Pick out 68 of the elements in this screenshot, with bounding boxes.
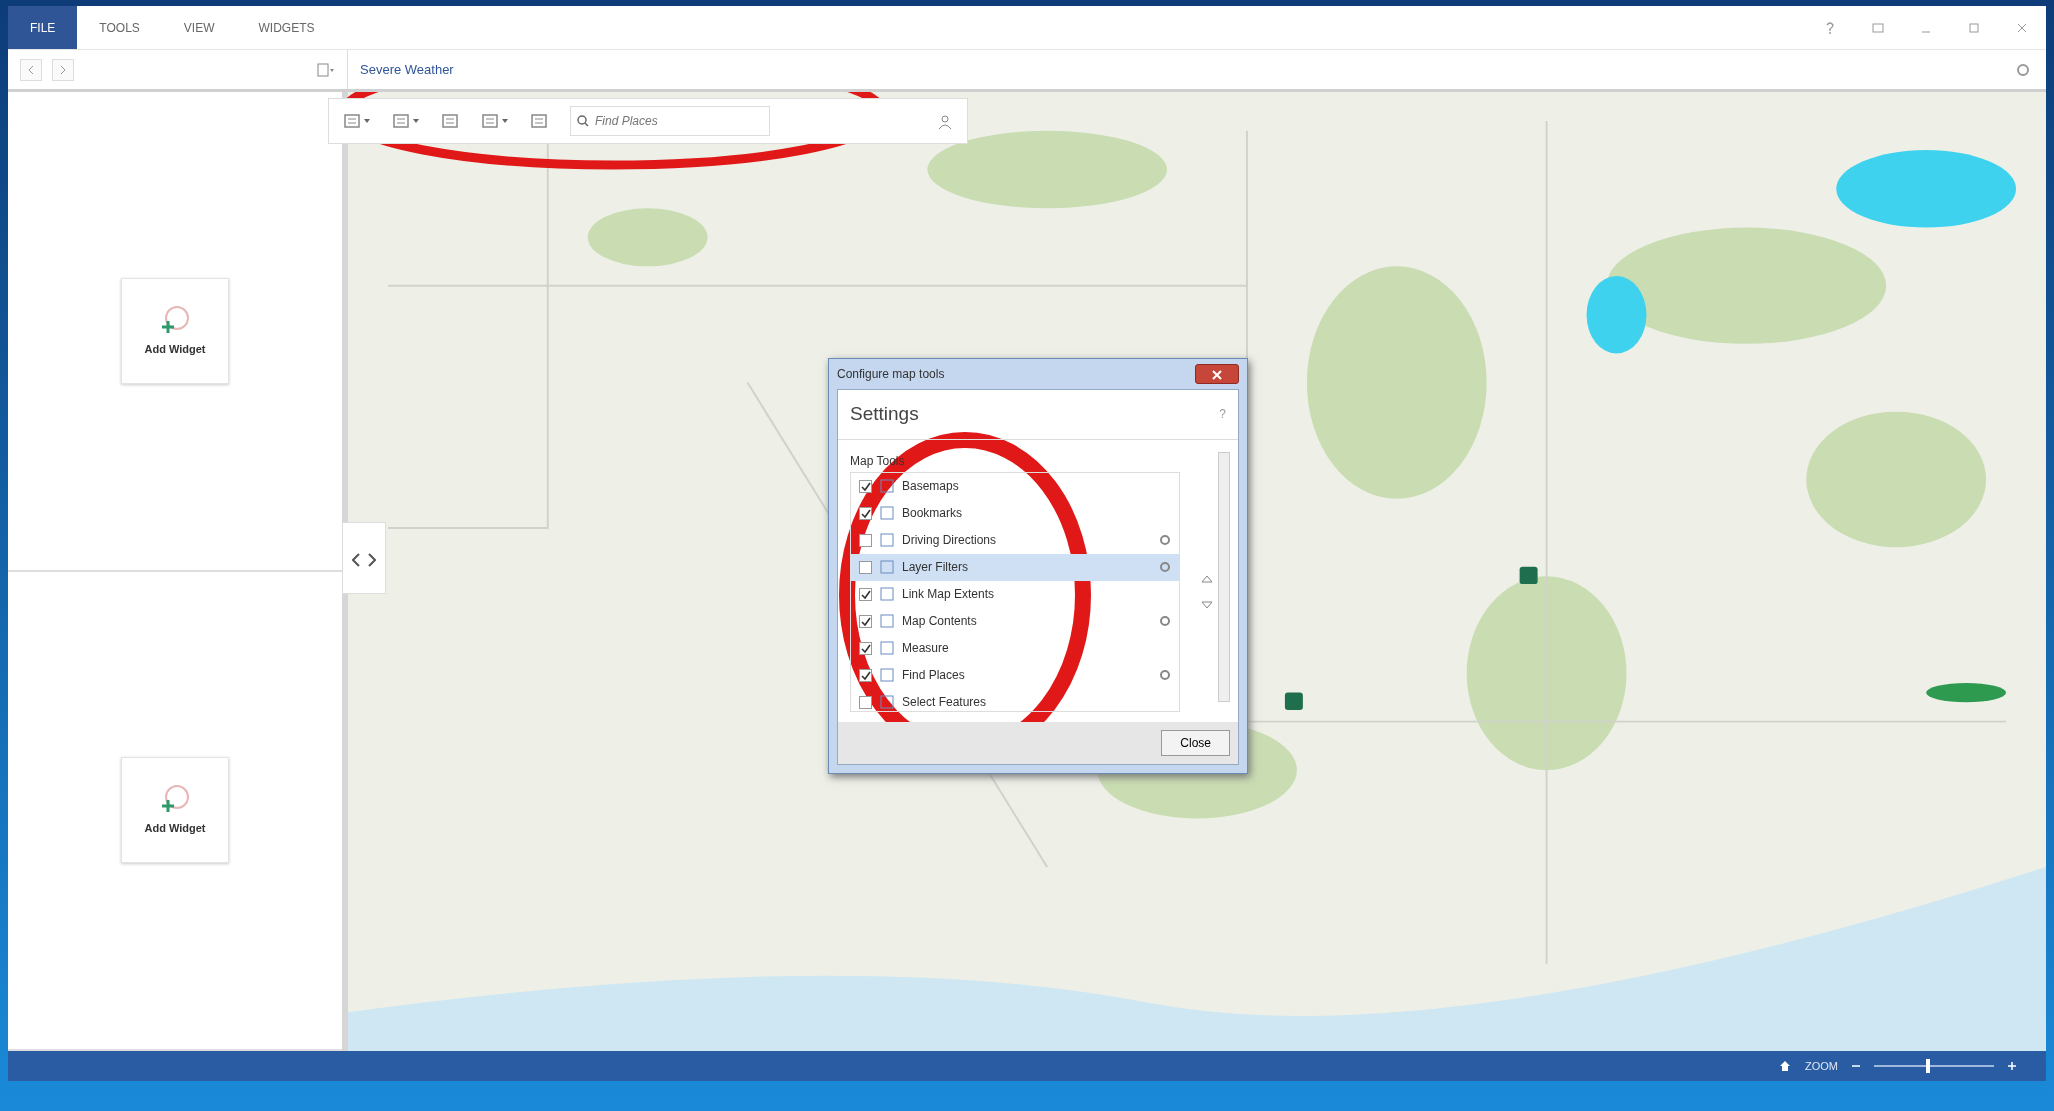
tool-name: Layer Filters <box>902 559 969 576</box>
map-markers[interactable] <box>1284 566 1538 710</box>
dialog-heading: Settings <box>850 402 919 426</box>
scrollbar[interactable] <box>1218 451 1230 702</box>
settings-icon[interactable] <box>1159 561 1171 573</box>
add-widget-button[interactable]: Add Widget <box>121 757 229 864</box>
help-icon[interactable] <box>1826 21 1834 34</box>
tool-icon <box>880 668 894 682</box>
tool-icon <box>880 614 894 628</box>
tool-list-item[interactable]: Bookmarks <box>851 499 1179 527</box>
zoom-label: ZOOM <box>1805 1058 1838 1074</box>
close-button[interactable] <box>1195 364 1239 384</box>
close-icon[interactable] <box>2017 22 2027 33</box>
home-icon[interactable] <box>1779 1060 1791 1072</box>
ribbon-tab[interactable]: VIEW <box>161 6 237 49</box>
tool-name: Bookmarks <box>902 505 963 522</box>
checkbox[interactable] <box>859 479 872 493</box>
tool-list-item[interactable]: Link Map Extents <box>851 580 1179 608</box>
tool-name: Map Contents <box>902 613 977 630</box>
add-widget-icon <box>160 304 190 335</box>
checkbox[interactable] <box>859 560 872 574</box>
tool-icon <box>880 560 894 574</box>
zoom-out-icon[interactable] <box>1852 1062 1860 1070</box>
tool-name: Select Features <box>902 694 987 711</box>
add-widget-button[interactable]: Add Widget <box>121 277 229 384</box>
chevron-left-icon[interactable] <box>28 66 34 75</box>
tool-icon <box>880 587 894 601</box>
checkbox[interactable] <box>859 533 872 547</box>
tool-icon <box>880 695 894 709</box>
ribbon-tab[interactable]: WIDGETS <box>236 6 337 49</box>
tool-icon <box>880 506 894 520</box>
ribbon-tab[interactable]: FILE <box>8 6 78 49</box>
add-widget-icon <box>160 784 190 814</box>
settings-icon[interactable] <box>2016 62 2030 77</box>
tool-list-item[interactable]: Select Features <box>851 688 1179 711</box>
tool-name: Link Map Extents <box>902 586 995 603</box>
chevron-right-icon[interactable] <box>60 66 66 75</box>
tool-list-item[interactable]: Measure <box>851 634 1179 662</box>
zoom-slider-thumb[interactable] <box>1926 1059 1931 1073</box>
tool-icon <box>880 533 894 547</box>
tool-list-item[interactable]: Driving Directions <box>851 526 1179 554</box>
zoom-in-icon[interactable] <box>2008 1062 2016 1070</box>
close-button[interactable]: Close <box>1161 729 1230 756</box>
settings-icon[interactable] <box>1159 615 1171 627</box>
tool-list-item[interactable]: Layer Filters <box>851 553 1179 581</box>
chevrons-icon[interactable] <box>352 552 376 567</box>
maximize-icon[interactable] <box>1969 22 1979 33</box>
tool-name: Driving Directions <box>902 532 997 549</box>
layout-icon[interactable] <box>317 62 335 77</box>
tool-name: Find Places <box>902 667 965 684</box>
dialog-title: Configure map tools <box>837 366 945 383</box>
person-icon[interactable] <box>937 113 953 130</box>
tool-name: Measure <box>902 640 949 657</box>
tool-list-item[interactable]: Basemaps <box>851 472 1179 500</box>
checkbox[interactable] <box>859 587 872 601</box>
panel-toggle-button[interactable] <box>342 522 386 594</box>
checkbox[interactable] <box>859 641 872 655</box>
tool-icon <box>880 479 894 493</box>
settings-icon[interactable] <box>1159 669 1171 681</box>
ribbon-tab[interactable]: TOOLS <box>77 6 162 49</box>
checkbox[interactable] <box>859 614 872 628</box>
tool-list-item[interactable]: Map Contents <box>851 607 1179 635</box>
window-icon[interactable] <box>1872 22 1884 33</box>
checkbox[interactable] <box>859 695 872 709</box>
tool-name: Basemaps <box>902 478 959 495</box>
tool-icon <box>880 641 894 655</box>
tool-list-item[interactable]: Find Places <box>851 661 1179 689</box>
settings-icon[interactable] <box>1159 534 1171 546</box>
